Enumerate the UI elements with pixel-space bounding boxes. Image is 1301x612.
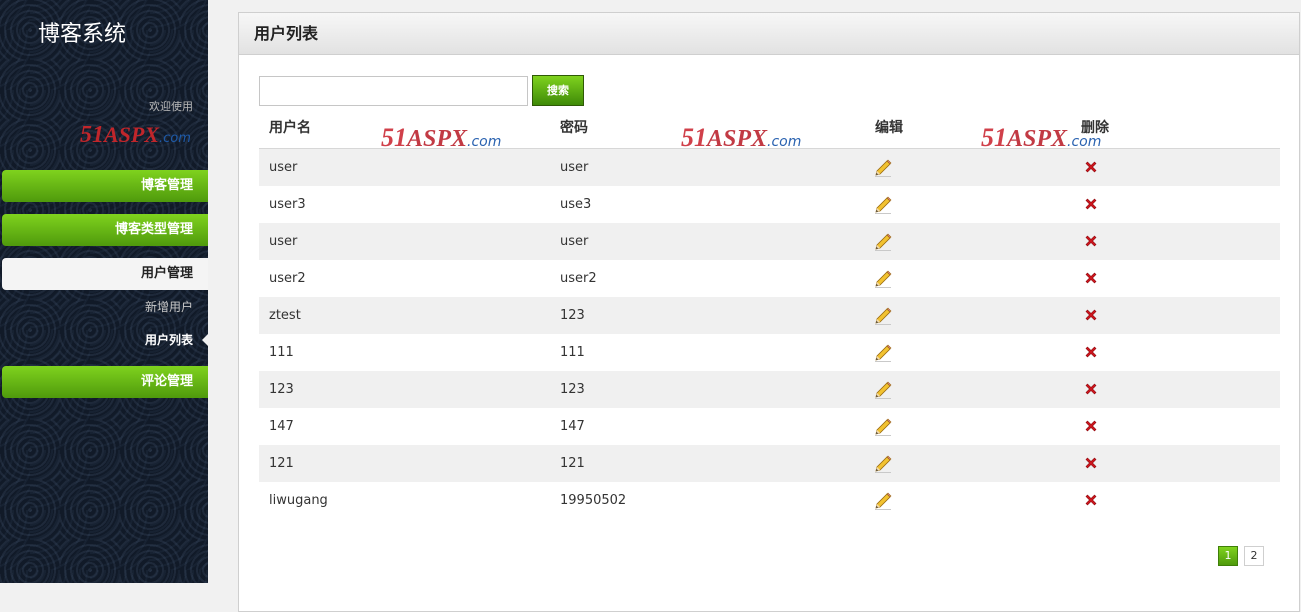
page-title: 用户列表 xyxy=(239,13,1299,55)
column-header-password: 密码 xyxy=(560,120,588,136)
delete-icon[interactable] xyxy=(1083,492,1099,508)
column-header-edit: 编辑 xyxy=(875,120,903,136)
cell-username: 147 xyxy=(269,419,294,434)
delete-icon[interactable] xyxy=(1083,344,1099,360)
user-table: 用户名 密码 编辑 删除 user user user3 use3 user user us… xyxy=(259,111,1280,519)
delete-icon[interactable] xyxy=(1083,307,1099,323)
pencil-icon[interactable] xyxy=(873,232,893,252)
cell-username: 123 xyxy=(269,382,294,397)
cell-username: ztest xyxy=(269,308,301,323)
pencil-icon[interactable] xyxy=(873,195,893,215)
table-row: 147 147 xyxy=(259,408,1280,445)
delete-icon[interactable] xyxy=(1083,381,1099,397)
cell-username: user xyxy=(269,234,298,249)
cell-username: user3 xyxy=(269,197,306,212)
cell-password: user xyxy=(560,234,589,249)
table-row: ztest 123 xyxy=(259,297,1280,334)
delete-icon[interactable] xyxy=(1083,233,1099,249)
cell-password: 123 xyxy=(560,382,585,397)
table-row: liwugang 19950502 xyxy=(259,482,1280,519)
cell-username: user2 xyxy=(269,271,306,286)
sidebar: 博客系统 欢迎使用 51ASPX.com 博客管理 博客类型管理 用户管理 新增… xyxy=(0,0,208,583)
cell-password: 19950502 xyxy=(560,493,627,508)
cell-username: user xyxy=(269,160,298,175)
pencil-icon[interactable] xyxy=(873,343,893,363)
cell-password: use3 xyxy=(560,197,592,212)
table-row: 123 123 xyxy=(259,371,1280,408)
table-row: user3 use3 xyxy=(259,186,1280,223)
main-panel: 用户列表 搜索 51ASPX.com 51ASPX.com 51ASPX.com… xyxy=(238,12,1300,612)
column-header-username: 用户名 xyxy=(269,120,311,136)
nav-user-list[interactable]: 用户列表 xyxy=(145,331,193,348)
cell-username: 121 xyxy=(269,456,294,471)
table-header: 用户名 密码 编辑 删除 xyxy=(259,111,1280,149)
delete-icon[interactable] xyxy=(1083,418,1099,434)
app-title: 博客系统 xyxy=(38,22,127,47)
cell-password: user2 xyxy=(560,271,597,286)
pencil-icon[interactable] xyxy=(873,454,893,474)
pencil-icon[interactable] xyxy=(873,417,893,437)
delete-icon[interactable] xyxy=(1083,270,1099,286)
pencil-icon[interactable] xyxy=(873,269,893,289)
cell-password: user xyxy=(560,160,589,175)
delete-icon[interactable] xyxy=(1083,159,1099,175)
active-indicator-arrow xyxy=(202,334,208,346)
pencil-icon[interactable] xyxy=(873,158,893,178)
pencil-icon[interactable] xyxy=(873,306,893,326)
column-header-delete: 删除 xyxy=(1081,120,1109,136)
cell-password: 123 xyxy=(560,308,585,323)
search-input[interactable] xyxy=(259,76,528,106)
table-row: 121 121 xyxy=(259,445,1280,482)
page-button[interactable]: 2 xyxy=(1244,546,1264,566)
nav-user-manage[interactable]: 用户管理 xyxy=(2,258,208,290)
table-row: user user xyxy=(259,149,1280,186)
pencil-icon[interactable] xyxy=(873,380,893,400)
search-button[interactable]: 搜索 xyxy=(532,75,584,106)
nav-blog-type-manage[interactable]: 博客类型管理 xyxy=(2,214,208,246)
delete-icon[interactable] xyxy=(1083,196,1099,212)
cell-password: 121 xyxy=(560,456,585,471)
nav-comment-manage[interactable]: 评论管理 xyxy=(2,366,208,398)
table-row: user user xyxy=(259,223,1280,260)
cell-username: 111 xyxy=(269,345,294,360)
page-button[interactable]: 1 xyxy=(1218,546,1238,566)
nav-add-user[interactable]: 新增用户 xyxy=(145,298,193,315)
delete-icon[interactable] xyxy=(1083,455,1099,471)
cell-username: liwugang xyxy=(269,493,328,508)
welcome-text: 欢迎使用 xyxy=(149,100,193,113)
table-row: 111 111 xyxy=(259,334,1280,371)
nav-blog-manage[interactable]: 博客管理 xyxy=(2,170,208,202)
table-row: user2 user2 xyxy=(259,260,1280,297)
cell-password: 111 xyxy=(560,345,585,360)
pencil-icon[interactable] xyxy=(873,491,893,511)
site-logo: 51ASPX.com xyxy=(80,122,191,148)
table-body: user user user3 use3 user user user2 user2 ztest… xyxy=(259,149,1280,519)
cell-password: 147 xyxy=(560,419,585,434)
